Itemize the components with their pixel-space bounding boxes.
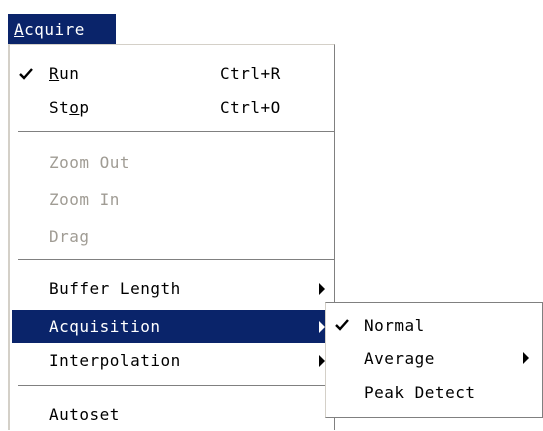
submenu-item-normal[interactable]: Normal [328, 310, 540, 340]
submenu-item-peak-detect[interactable]: Peak Detect [328, 377, 540, 407]
drag-label: Drag [49, 227, 90, 246]
menu-item-buffer-length[interactable]: Buffer Length [12, 272, 334, 305]
menu-separator [18, 385, 334, 387]
stop-shortcut: Ctrl+O [220, 98, 281, 117]
menu-item-run[interactable]: Run Ctrl+R [12, 57, 334, 90]
menu-separator [18, 259, 334, 261]
menu-item-stop[interactable]: Stop Ctrl+O [12, 91, 334, 124]
run-label: Run [49, 64, 80, 83]
zoom-out-label: Zoom Out [49, 153, 131, 172]
buffer-length-label: Buffer Length [49, 279, 181, 298]
menu-item-zoom-out: Zoom Out [12, 146, 334, 179]
menu-separator [18, 131, 334, 133]
autoset-label: Autoset [49, 405, 120, 424]
run-shortcut: Ctrl+R [220, 64, 281, 83]
acquire-title-rest: cquire [24, 19, 85, 39]
acquisition-label: Acquisition [49, 317, 161, 336]
acquire-mnemonic: A [14, 19, 25, 39]
menu-item-interpolation[interactable]: Interpolation [12, 344, 334, 377]
submenu-arrow-icon [522, 352, 530, 364]
checkmark-icon [334, 317, 350, 333]
menu-item-zoom-in: Zoom In [12, 183, 334, 216]
acquisition-submenu: Normal Average Peak Detect [325, 302, 543, 418]
zoom-in-label: Zoom In [49, 190, 120, 209]
menu-item-drag: Drag [12, 220, 334, 253]
stop-label: Stop [49, 98, 90, 117]
normal-label: Normal [364, 315, 425, 335]
submenu-item-average[interactable]: Average [328, 343, 540, 373]
peak-detect-label: Peak Detect [364, 382, 476, 402]
average-label: Average [364, 348, 435, 368]
acquire-dropdown-menu: Run Ctrl+R Stop Ctrl+O Zoom Out Zoom In … [8, 44, 335, 430]
menu-item-acquisition[interactable]: Acquisition [12, 310, 334, 343]
submenu-arrow-icon [318, 283, 326, 295]
acquire-menu-title[interactable]: Acquire [8, 14, 116, 44]
menu-item-autoset[interactable]: Autoset [12, 398, 334, 431]
interpolation-label: Interpolation [49, 351, 181, 370]
checkmark-icon [18, 66, 34, 82]
